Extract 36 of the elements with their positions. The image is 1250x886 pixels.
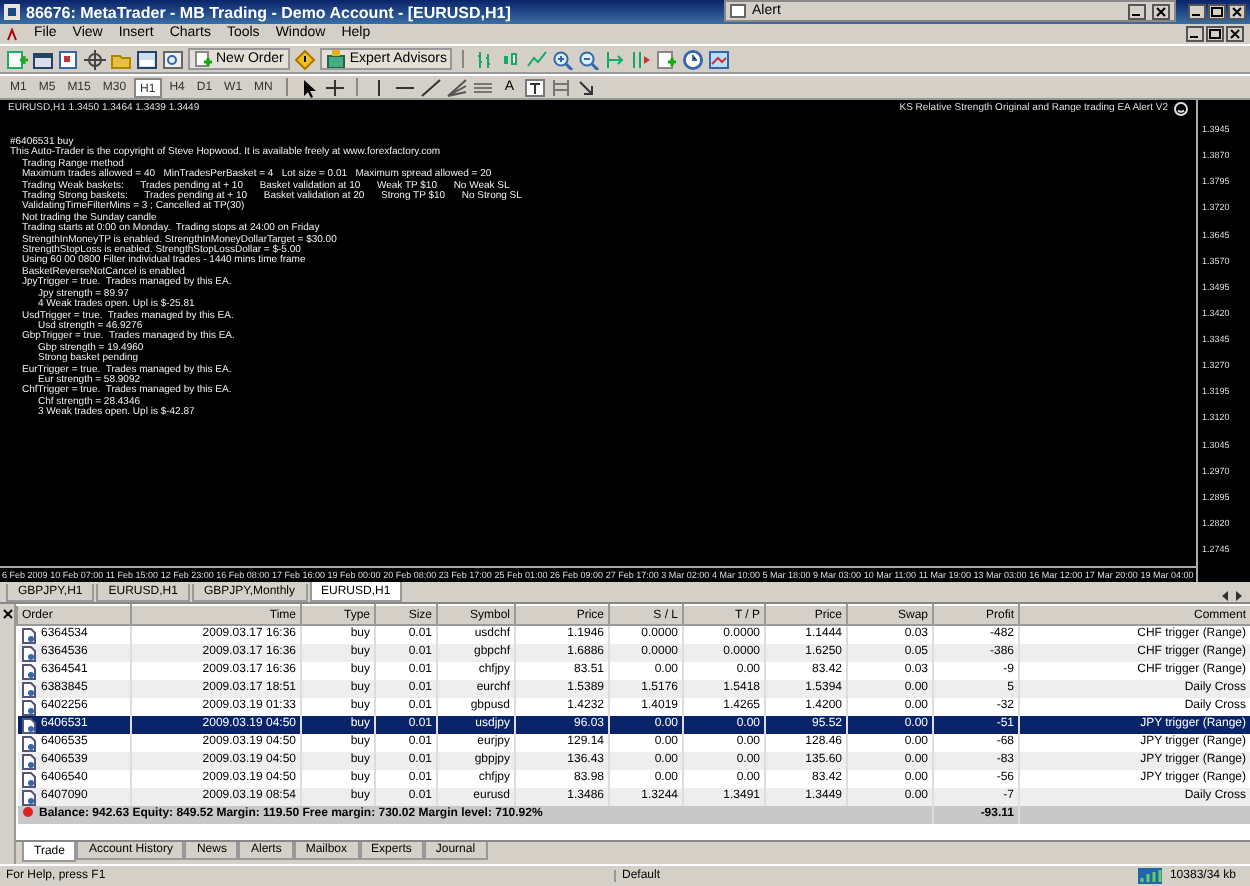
warning-icon[interactable] xyxy=(293,49,316,69)
connection-icon xyxy=(1137,868,1162,884)
app-icon xyxy=(4,4,20,20)
crosshair-icon[interactable] xyxy=(324,77,347,97)
close-icon[interactable] xyxy=(1226,26,1244,42)
minimize-icon[interactable] xyxy=(1188,4,1206,20)
window-icon xyxy=(730,4,746,18)
zoom-in-icon[interactable] xyxy=(552,49,575,69)
minimize-icon[interactable] xyxy=(1128,3,1146,19)
robot-icon xyxy=(325,50,346,68)
tester-icon[interactable] xyxy=(162,49,184,69)
plus-icon xyxy=(194,50,212,68)
minimize-icon[interactable] xyxy=(1186,26,1204,42)
scroll-arrows-icon xyxy=(1220,590,1244,602)
navigator-icon[interactable] xyxy=(58,49,80,69)
window-list-icon[interactable] xyxy=(32,49,54,69)
templates-icon[interactable] xyxy=(708,49,731,69)
terminal-icon[interactable] xyxy=(136,49,158,69)
indicators-icon[interactable] xyxy=(656,49,679,69)
close-icon[interactable] xyxy=(1,608,13,620)
zoom-out-icon[interactable] xyxy=(578,49,601,69)
channel-icon[interactable] xyxy=(472,77,495,97)
autoscroll-icon[interactable] xyxy=(630,49,653,69)
crosshair-icon[interactable] xyxy=(84,49,106,69)
balance-marker-icon xyxy=(21,806,33,819)
close-icon[interactable] xyxy=(1228,4,1246,20)
text-label-icon[interactable] xyxy=(524,77,547,97)
smiley-icon xyxy=(1174,102,1188,116)
chart-menu-icon xyxy=(6,27,18,41)
clock-icon[interactable] xyxy=(682,49,705,69)
window-title: 86676: MetaTrader - MB Trading - Demo Account - [EURUSD,H1] xyxy=(26,3,511,21)
trendline-icon[interactable] xyxy=(420,77,443,97)
arrow-tool-icon[interactable] xyxy=(576,77,599,97)
cursor-icon[interactable] xyxy=(298,77,321,97)
close-icon[interactable] xyxy=(1152,3,1170,19)
fan-icon[interactable] xyxy=(446,77,469,97)
